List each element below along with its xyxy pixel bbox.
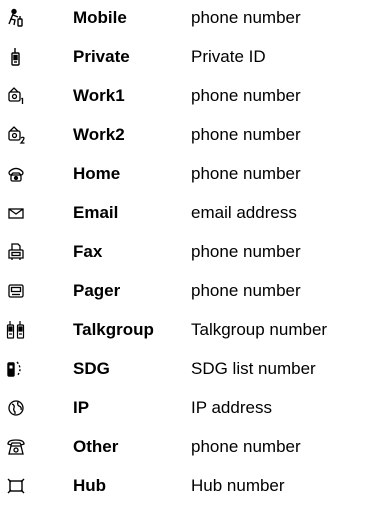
table-row: Mobile phone number <box>0 2 381 41</box>
entry-description: email address <box>191 203 297 222</box>
entry-name: Other <box>73 437 119 456</box>
entry-name: Email <box>73 203 119 222</box>
hub-icon <box>6 476 26 496</box>
entry-name: Pager <box>73 281 121 300</box>
entry-name: Fax <box>73 242 103 261</box>
entry-description: phone number <box>191 86 301 105</box>
entry-description: Hub number <box>191 476 285 495</box>
table-row: Talkgroup Talkgroup number <box>0 314 381 353</box>
entry-description: phone number <box>191 242 301 261</box>
table-row: Other phone number <box>0 431 381 470</box>
entry-name: Talkgroup <box>73 320 154 339</box>
radio-handset-icon <box>6 47 26 67</box>
entry-name: Private <box>73 47 130 66</box>
table-row: Work2 phone number <box>0 119 381 158</box>
entry-description: Talkgroup number <box>191 320 328 339</box>
pager-icon <box>6 281 26 301</box>
table-row: IP IP address <box>0 392 381 431</box>
table-row: Email email address <box>0 197 381 236</box>
entry-description: Private ID <box>191 47 266 66</box>
entry-description: phone number <box>191 8 301 27</box>
telephone-icon <box>6 437 26 457</box>
table-row: Pager phone number <box>0 275 381 314</box>
entry-description: phone number <box>191 437 301 456</box>
work2-phone-icon <box>6 125 26 145</box>
globe-icon <box>6 398 26 418</box>
entry-name: Mobile <box>73 8 127 27</box>
fax-icon <box>6 242 26 262</box>
entry-name: IP <box>73 398 90 417</box>
home-phone-icon <box>6 164 26 184</box>
entry-description: phone number <box>191 281 301 300</box>
entry-name: SDG <box>73 359 110 378</box>
envelope-icon <box>6 203 26 223</box>
entry-name: Work1 <box>73 86 125 105</box>
entry-description: IP address <box>191 398 272 417</box>
table-row: Hub Hub number <box>0 470 381 509</box>
entry-name: Hub <box>73 476 107 495</box>
table-row: Home phone number <box>0 158 381 197</box>
table-row: Work1 phone number <box>0 80 381 119</box>
talkgroup-radios-icon <box>6 320 26 340</box>
work1-phone-icon <box>6 86 26 106</box>
table-row: Fax phone number <box>0 236 381 275</box>
entry-description: phone number <box>191 125 301 144</box>
entry-description: SDG list number <box>191 359 316 378</box>
table-row: SDG SDG list number <box>0 353 381 392</box>
entry-description: phone number <box>191 164 301 183</box>
entry-name: Work2 <box>73 125 125 144</box>
entry-name: Home <box>73 164 121 183</box>
mobile-person-icon <box>6 8 26 28</box>
sdg-radio-icon <box>6 359 26 379</box>
table-row: Private Private ID <box>0 41 381 80</box>
